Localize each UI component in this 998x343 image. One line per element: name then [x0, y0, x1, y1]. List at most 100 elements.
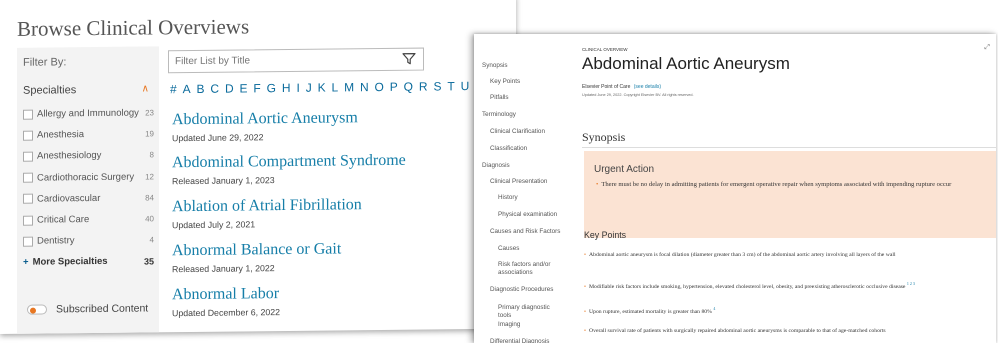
result-title-link[interactable]: Abnormal Labor [172, 283, 512, 305]
toc-item[interactable]: Primary diagnostic tools [498, 304, 562, 320]
toggle-switch[interactable] [27, 304, 47, 315]
alphabet-letter[interactable]: A [183, 82, 192, 96]
checkbox[interactable] [23, 193, 33, 205]
reference-links[interactable]: 1 2 3 [907, 281, 915, 286]
synopsis-heading: Synopsis [582, 130, 626, 144]
result-item[interactable]: Abnormal Labor Updated December 6, 2022 [172, 283, 512, 319]
more-specialties-count: 35 [143, 256, 154, 267]
result-item[interactable]: Abdominal Aortic Aneurysm Updated June 29… [172, 108, 512, 144]
specialty-count: 8 [149, 150, 154, 160]
specialty-item[interactable]: Critical Care 40 [23, 208, 154, 231]
key-point: • Upon rupture, estimated mortality is gr… [584, 304, 994, 317]
result-item[interactable]: Abdominal Compartment Syndrome Released J… [172, 151, 512, 187]
clinical-overview-panel: Synopsis Key Points Pitfalls Terminology Cli… [474, 34, 996, 343]
toc-item[interactable]: Physical examination [498, 211, 562, 219]
bullet-icon: • [584, 308, 586, 315]
specialty-name: Anesthesiology [37, 150, 102, 163]
specialty-item[interactable]: Cardiothoracic Surgery 12 [23, 166, 154, 189]
result-date: Released January 1, 2023 [172, 175, 275, 187]
alphabet-letter[interactable]: C [210, 82, 219, 96]
specialties-header[interactable]: Specialties ∧ [23, 83, 153, 96]
alphabet-letter[interactable]: S [433, 79, 442, 93]
subscribed-content-label: Subscribed Content [56, 302, 149, 316]
alphabet-letter[interactable]: B [196, 82, 205, 96]
filter-panel: Filter By: Specialties ∧ Allergy and Imm… [17, 46, 159, 335]
alphabet-letter[interactable]: Q [404, 80, 414, 94]
specialty-item[interactable]: Anesthesiology 8 [23, 145, 154, 168]
toc-item[interactable]: Differential Diagnosis [490, 338, 570, 343]
alphabet-letter[interactable]: D [225, 82, 234, 96]
alphabet-letter[interactable]: G [267, 81, 277, 95]
result-title-link[interactable]: Abnormal Balance or Gait [172, 239, 512, 261]
alphabet-letter[interactable]: T [447, 79, 455, 93]
key-point: • Overall survival rate of patients with … [584, 327, 994, 336]
specialty-name: Allergy and Immunology [37, 107, 139, 120]
checkbox[interactable] [23, 172, 33, 183]
checkbox[interactable] [23, 236, 33, 247]
source-name: Elsevier Point of Care [582, 84, 631, 90]
result-title-link[interactable]: Abdominal Compartment Syndrome [172, 151, 512, 173]
toc-item[interactable]: Risk factors and/or associations [498, 261, 562, 277]
toc-item[interactable]: Synopsis [482, 62, 562, 70]
alphabet-letter[interactable]: J [306, 81, 313, 95]
checkbox[interactable] [23, 109, 33, 120]
toc-item[interactable]: Key Points [490, 78, 570, 86]
key-point: • Modifiable risk factors include smoking… [584, 279, 994, 292]
expand-icon[interactable]: ⤢ [984, 44, 990, 52]
alphabet-letter[interactable]: U [461, 79, 470, 93]
specialty-item[interactable]: Cardiovascular 84 [23, 187, 154, 210]
toc-item[interactable]: Clinical Presentation [490, 178, 570, 186]
alphabet-letter[interactable]: P [390, 80, 399, 94]
result-title-link[interactable]: Ablation of Atrial Fibrillation [172, 195, 512, 217]
specialty-item[interactable]: Anesthesia 19 [23, 124, 154, 147]
result-date: Updated December 6, 2022 [172, 307, 281, 319]
bullet-icon: • [584, 283, 586, 290]
filter-funnel-icon[interactable] [402, 52, 416, 66]
filter-title-input[interactable] [168, 47, 424, 74]
toc-item[interactable]: Classification [490, 145, 570, 153]
alphabet-letter[interactable]: N [360, 80, 369, 94]
alphabet-letter[interactable]: K [318, 81, 327, 95]
urgent-action-box: Urgent Action • There must be no delay in… [584, 151, 996, 238]
alphabet-letter[interactable]: F [253, 81, 261, 95]
toc-item[interactable]: Causes and Risk Factors [490, 228, 570, 236]
toc-item[interactable]: Diagnostic Procedures [490, 286, 570, 294]
reference-links[interactable]: 4 [713, 306, 715, 311]
alphabet-letter[interactable]: H [282, 81, 291, 95]
alphabet-letter[interactable]: L [331, 80, 338, 94]
checkbox[interactable] [23, 151, 33, 162]
specialty-item[interactable]: Dentistry 4 [23, 230, 154, 253]
checkbox[interactable] [23, 215, 33, 226]
toc-item[interactable]: History [498, 194, 562, 202]
chevron-up-icon[interactable]: ∧ [142, 83, 149, 94]
more-specialties-link[interactable]: + More Specialties 35 [23, 251, 154, 274]
alphabet-letter[interactable]: E [240, 81, 249, 95]
filter-by-label: Filter By: [23, 56, 67, 69]
result-item[interactable]: Ablation of Atrial Fibrillation Updated J… [172, 195, 512, 230]
copyright-line: Updated June 29, 2022. Copyright Elsevie… [582, 93, 694, 97]
toc-item[interactable]: Imaging [498, 321, 562, 329]
result-title-link[interactable]: Abdominal Aortic Aneurysm [172, 108, 512, 130]
overview-kicker: CLINICAL OVERVIEW [582, 47, 628, 52]
specialty-count: 12 [145, 172, 154, 182]
toc-item[interactable]: Terminology [482, 111, 562, 119]
checkbox[interactable] [23, 130, 33, 141]
alphabet-letter[interactable]: M [344, 80, 355, 94]
specialty-item[interactable]: Allergy and Immunology 23 [23, 102, 154, 125]
alphabet-letter[interactable]: I [296, 81, 300, 95]
see-details-link[interactable]: (see details) [634, 84, 661, 90]
subscribed-content-toggle-row[interactable]: Subscribed Content [27, 302, 148, 315]
toc-item[interactable]: Pitfalls [490, 94, 570, 102]
alphabet-letter[interactable]: R [419, 80, 428, 94]
toc-item[interactable]: Clinical Clarification [490, 128, 570, 136]
source-line: Elsevier Point of Care (see details) [582, 84, 661, 90]
toc-item[interactable]: Diagnosis [482, 162, 562, 170]
alphabet-hash[interactable]: # [170, 82, 177, 96]
toc-item[interactable]: Causes [498, 245, 562, 253]
specialty-count: 4 [149, 235, 154, 245]
alphabet-letter[interactable]: O [375, 80, 385, 94]
result-item[interactable]: Abnormal Balance or Gait Released January… [172, 239, 512, 274]
result-date: Updated June 29, 2022 [172, 132, 264, 144]
bullet-icon: • [584, 252, 586, 258]
overview-content: CLINICAL OVERVIEW Abdominal Aortic Aneur… [574, 34, 996, 343]
